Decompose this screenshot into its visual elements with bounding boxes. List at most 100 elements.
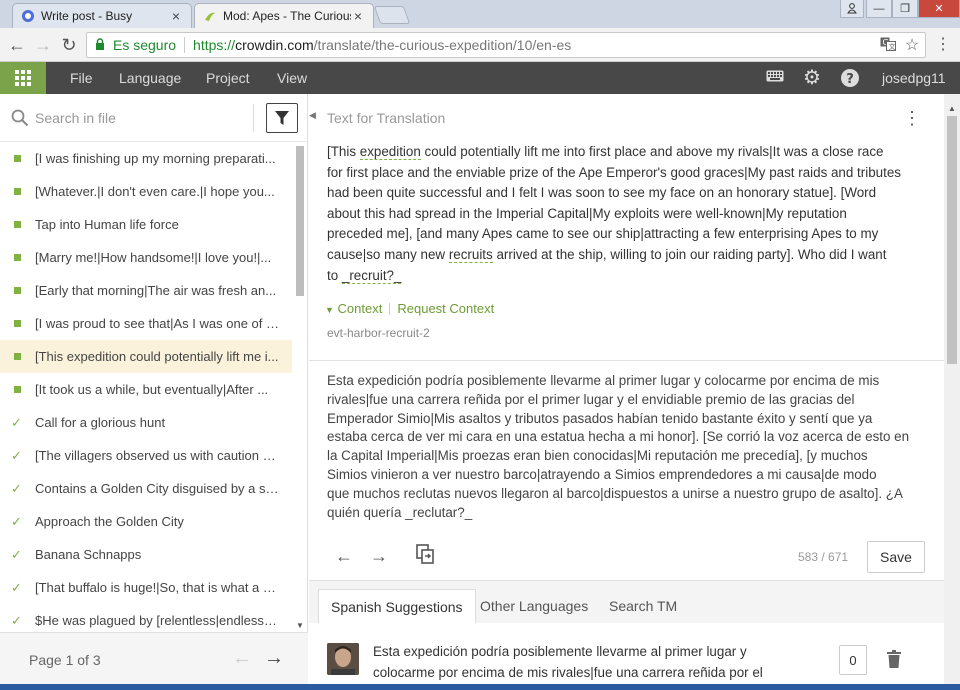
string-text: [Early that morning|The air was fresh an… — [35, 283, 277, 298]
scroll-down-icon[interactable]: ▼ — [296, 621, 304, 630]
check-icon: ✓ — [11, 480, 22, 496]
close-icon[interactable]: × — [169, 8, 183, 24]
reload-icon[interactable]: ↻ — [58, 34, 80, 56]
collapse-left-arrow-icon[interactable]: ◀ — [309, 110, 316, 121]
user-icon[interactable] — [840, 0, 864, 18]
list-item[interactable]: ✓ Call for a glorious hunt — [0, 406, 292, 439]
string-text: Call for a glorious hunt — [35, 415, 166, 430]
next-string-arrow-icon[interactable]: → — [367, 544, 391, 568]
bookmark-star-icon[interactable]: ☆ — [903, 37, 921, 55]
browser-toolbar: ← → ↻ Es seguro https:// crowdin.com /tr… — [0, 28, 960, 62]
section-divider — [309, 360, 945, 361]
status-untranslated-icon — [14, 287, 21, 294]
menu-view[interactable]: View — [277, 70, 307, 86]
suggestion-line: colocarme por encima de mis rivales|fue … — [373, 664, 763, 680]
translation-line: rivales|fue una carrera reñida por el pr… — [327, 391, 855, 407]
context-row: ▼ Context Request Context — [325, 301, 494, 316]
string-text: [Whatever.|I don't even care.|I hope you… — [35, 184, 275, 199]
next-page-arrow-icon[interactable]: → — [264, 647, 284, 670]
browser-menu-icon[interactable]: ⋮ — [932, 34, 954, 56]
back-arrow-icon[interactable]: ← — [6, 34, 28, 56]
check-icon: ✓ — [11, 447, 22, 463]
source-line: had been quite successful and I felt I w… — [327, 185, 877, 201]
url-path: /translate/the-curious-expedition/10/en-… — [313, 37, 572, 53]
translation-line: que muchos reclutas nuevos llegaron al b… — [327, 485, 903, 501]
suggestion-item[interactable]: Esta expedición podría posiblemente llev… — [309, 623, 945, 690]
menu-language[interactable]: Language — [119, 70, 181, 86]
window-close-icon[interactable]: ✕ — [918, 0, 960, 18]
busy-favicon-icon — [21, 9, 35, 23]
editor-panel: Text for Translation ⋮ [This expedition … — [309, 94, 945, 690]
gear-icon[interactable]: ⚙ — [802, 68, 822, 88]
prev-page-arrow-icon[interactable]: ← — [232, 647, 252, 670]
svg-text:文: 文 — [889, 42, 896, 51]
browser-tab-crowdin[interactable]: Mod: Apes - The Curious × — [194, 3, 374, 28]
username[interactable]: josedpg11 — [882, 70, 946, 86]
forward-arrow-icon[interactable]: → — [32, 34, 54, 56]
scrollbar-thumb[interactable] — [296, 146, 304, 296]
tab-title: Write post - Busy — [41, 9, 133, 23]
list-item[interactable]: [Whatever.|I don't even care.|I hope you… — [0, 175, 292, 208]
more-options-icon[interactable]: ⋮ — [903, 108, 921, 128]
restore-icon[interactable]: ❐ — [892, 0, 918, 18]
source-text: [This expedition could potentially lift … — [327, 142, 932, 286]
trash-icon[interactable] — [886, 650, 902, 668]
tab-spanish-suggestions[interactable]: Spanish Suggestions — [318, 589, 476, 623]
help-icon[interactable]: ? — [840, 68, 860, 88]
list-item[interactable]: [I was finishing up my morning preparati… — [0, 142, 292, 175]
tab-other-languages[interactable]: Other Languages — [468, 589, 600, 623]
list-item[interactable]: Tap into Human life force — [0, 208, 292, 241]
new-tab-button[interactable] — [373, 6, 411, 24]
list-item[interactable]: ✓ [That buffalo is huge!|So, that is what… — [0, 571, 292, 604]
close-icon[interactable]: × — [351, 8, 365, 24]
caret-down-icon: ▼ — [325, 305, 334, 315]
keyboard-icon[interactable] — [765, 68, 785, 88]
string-text: [I was proud to see that|As I was one of… — [35, 316, 280, 331]
list-item[interactable]: ✓ [The villagers observed us with caution… — [0, 439, 292, 472]
editor-scrollbar[interactable]: ▲ — [944, 94, 960, 690]
vote-count[interactable]: 0 — [839, 645, 867, 675]
tab-title: Mod: Apes - The Curious — [223, 9, 351, 23]
filter-icon[interactable] — [266, 103, 298, 133]
status-untranslated-icon — [14, 188, 21, 195]
scrollbar-thumb[interactable] — [947, 116, 957, 364]
context-label: Context — [337, 301, 383, 316]
list-item[interactable]: [Early that morning|The air was fresh an… — [0, 274, 292, 307]
menu-file[interactable]: File — [70, 70, 93, 86]
request-context-link[interactable]: Request Context — [397, 301, 494, 316]
translation-line: estaba cerca de ver mi cara en una estat… — [327, 429, 910, 445]
status-untranslated-icon — [14, 353, 21, 360]
list-item[interactable]: [I was proud to see that|As I was one of… — [0, 307, 292, 340]
menu-project[interactable]: Project — [206, 70, 250, 86]
address-bar[interactable]: Es seguro https:// crowdin.com /translat… — [86, 32, 926, 58]
tab-search-tm[interactable]: Search TM — [597, 589, 689, 623]
translation-line: Simios vinieron a ver nuestro barco|atra… — [327, 466, 877, 482]
search-input[interactable] — [35, 109, 245, 127]
strings-scrollbar[interactable]: ▼ — [294, 146, 306, 632]
list-item[interactable]: ✓ Approach the Golden City — [0, 505, 292, 538]
list-item[interactable]: [It took us a while, but eventually|Afte… — [0, 373, 292, 406]
translation-textarea[interactable]: Esta expedición podría posiblemente llev… — [327, 372, 932, 522]
string-text: [That buffalo is huge!|So, that is what … — [35, 580, 280, 595]
scroll-up-icon[interactable]: ▲ — [948, 104, 956, 113]
apps-grid-icon[interactable] — [0, 62, 46, 94]
save-button[interactable]: Save — [867, 541, 925, 573]
search-bar — [0, 94, 308, 142]
char-count: 583 / 671 — [798, 550, 849, 564]
browser-tab-busy[interactable]: Write post - Busy × — [12, 3, 192, 28]
page-indicator: Page 1 of 3 — [29, 652, 101, 668]
translate-icon[interactable]: G文 — [879, 37, 897, 55]
context-toggle[interactable]: ▼ Context — [325, 301, 382, 316]
list-item[interactable]: ✓ $He was plagued by [relentless|endless]… — [0, 604, 292, 632]
list-item-selected[interactable]: [This expedition could potentially lift … — [0, 340, 292, 373]
list-item[interactable]: ✓ Contains a Golden City disguised by a s… — [0, 472, 292, 505]
list-item[interactable]: ✓ Banana Schnapps — [0, 538, 292, 571]
string-text: $He was plagued by [relentless|endless] … — [35, 613, 280, 628]
minimize-icon[interactable]: — — [866, 0, 892, 18]
list-item[interactable]: [Marry me!|How handsome!|I love you!|... — [0, 241, 292, 274]
string-text: Banana Schnapps — [35, 547, 142, 562]
copy-source-icon[interactable] — [413, 544, 437, 568]
url-scheme: https:// — [193, 37, 236, 53]
previous-string-arrow-icon[interactable]: ← — [332, 544, 356, 568]
string-text: [The villagers observed us with caution … — [35, 448, 280, 463]
